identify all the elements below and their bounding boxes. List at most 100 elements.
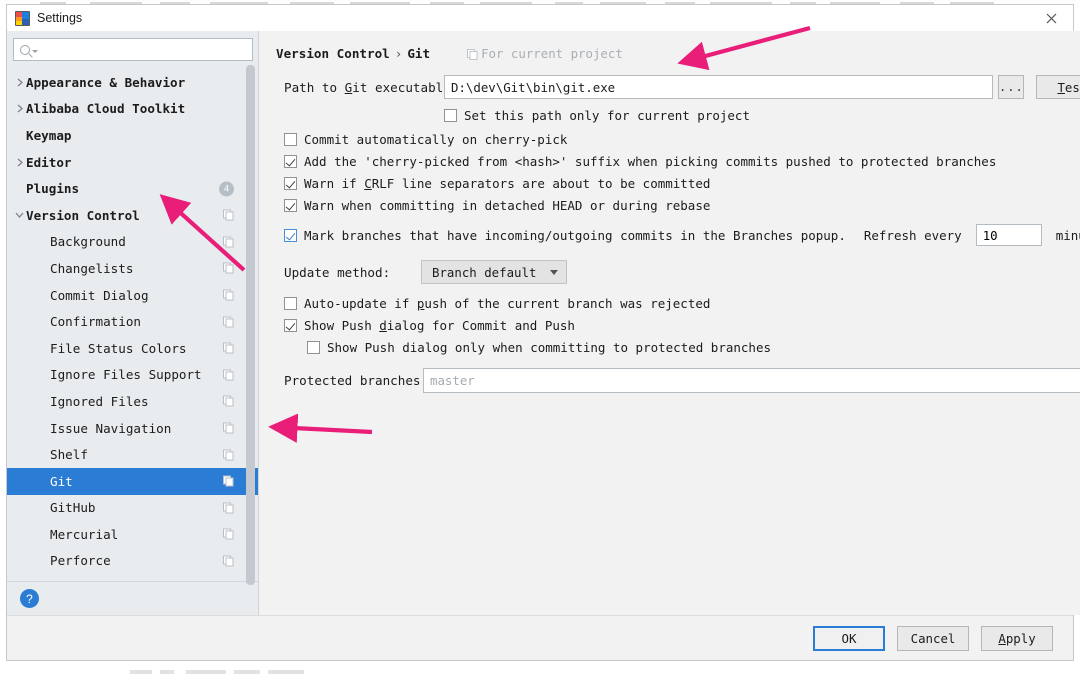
checkbox-row-add-the-cherry-picked[interactable]: Add the 'cherry-picked from <hash>' suff… — [284, 154, 1080, 169]
browse-button[interactable]: ... — [998, 75, 1025, 99]
checkbox-label-add-the-cherry-picked: Add the 'cherry-picked from <hash>' suff… — [304, 154, 997, 169]
copy-icon — [223, 209, 234, 221]
label-post: RLF line separators are about to be comm… — [371, 176, 711, 191]
auto-update-label: Auto-update if push of the current branc… — [304, 296, 711, 311]
chevron-down-icon[interactable] — [13, 211, 26, 219]
sidebar-item-shelf[interactable]: Shelf — [7, 441, 258, 468]
chevron-right-icon[interactable] — [13, 158, 26, 167]
apply-button[interactable]: Apply — [981, 625, 1053, 651]
sidebar-item-commit-dialog[interactable]: Commit Dialog — [7, 282, 258, 309]
sidebar-item-background[interactable]: Background — [7, 229, 258, 256]
sidebar-item-alibaba-cloud-toolkit[interactable]: Alibaba Cloud Toolkit — [7, 96, 258, 123]
search-container — [7, 31, 258, 67]
checkbox-warn-if-rlf-line[interactable] — [284, 177, 297, 190]
help-icon[interactable]: ? — [20, 589, 39, 609]
git-settings-panel: Version Control › Git For current projec… — [258, 31, 1080, 615]
sidebar-item-label: Subversion — [50, 580, 126, 581]
sidebar-item-label: Ignored Files — [50, 393, 149, 409]
show-push-protected-row[interactable]: Show Push dialog only when committing to… — [307, 340, 1080, 355]
chevron-right-icon[interactable] — [13, 78, 26, 87]
show-push-protected-checkbox[interactable] — [307, 341, 320, 354]
test-button[interactable]: Test — [1036, 75, 1080, 99]
background-artifacts-bottom — [130, 668, 310, 676]
git-path-input[interactable]: D:\dev\Git\bin\git.exe — [444, 75, 994, 99]
search-input[interactable] — [13, 38, 253, 61]
git-path-label: Path to Git executable: — [284, 79, 459, 95]
sidebar-item-github[interactable]: GitHub — [7, 495, 258, 522]
for-current-project-label: For current project — [467, 46, 623, 61]
sidebar-item-keymap[interactable]: Keymap — [7, 122, 258, 149]
sidebar-item-label: Ignore Files Support — [50, 367, 202, 383]
mark-branches-label: Mark branches that have incoming/outgoin… — [304, 227, 846, 243]
sidebar-item-version-control[interactable]: Version Control — [7, 202, 258, 229]
sidebar-item-ignore-files-support[interactable]: Ignore Files Support — [7, 362, 258, 389]
show-push-dialog-checkbox[interactable] — [284, 319, 297, 332]
protected-branches-row: Protected branches: master — [273, 368, 1080, 393]
minutes-label: minutes — [1055, 227, 1080, 243]
checkbox-row-warn-when-committing-in[interactable]: Warn when committing in detached HEAD or… — [284, 198, 1080, 213]
set-path-only-row[interactable]: Set this path only for current project — [433, 108, 1080, 123]
auto-update-row[interactable]: Auto-update if push of the current branc… — [284, 296, 1080, 311]
settings-tree[interactable]: Appearance & Behavior Alibaba Cloud Toolk… — [7, 67, 258, 581]
sidebar-item-issue-navigation[interactable]: Issue Navigation — [7, 415, 258, 442]
checkbox-label-warn-when-committing-in: Warn when committing in detached HEAD or… — [304, 198, 711, 213]
chevron-right-icon[interactable] — [13, 104, 26, 113]
protected-branches-label: Protected branches: — [284, 373, 429, 388]
protected-branches-input[interactable]: master — [423, 368, 1080, 393]
ok-button[interactable]: OK — [813, 625, 885, 651]
sidebar-item-editor[interactable]: Editor — [7, 149, 258, 176]
copy-icon — [223, 422, 234, 434]
sidebar-item-label: Keymap — [26, 127, 72, 143]
show-push-dialog-row[interactable]: Show Push dialog for Commit and Push — [284, 318, 1080, 333]
mark-branches-checkbox[interactable] — [284, 228, 297, 242]
sidebar-item-ignored-files[interactable]: Ignored Files — [7, 388, 258, 415]
cancel-button[interactable]: Cancel — [897, 625, 969, 651]
window-title: Settings — [37, 11, 83, 25]
sidebar-item-confirmation[interactable]: Confirmation — [7, 308, 258, 335]
set-path-only-checkbox[interactable] — [444, 109, 457, 122]
copy-icon — [223, 528, 234, 540]
breadcrumb: Version Control › Git For current projec… — [273, 31, 1080, 65]
sidebar-item-label: Plugins — [26, 181, 80, 197]
mark-branches-row[interactable]: Mark branches that have incoming/outgoin… — [284, 224, 1080, 246]
close-icon[interactable] — [1029, 5, 1073, 31]
update-method-row: Update method: Branch default — [273, 260, 1080, 284]
refresh-every-label: Refresh every — [863, 227, 962, 243]
chevron-down-icon[interactable] — [32, 50, 38, 53]
sidebar-item-label: File Status Colors — [50, 340, 187, 356]
sidebar-item-plugins[interactable]: Plugins 4 — [7, 175, 258, 202]
sidebar-item-mercurial[interactable]: Mercurial — [7, 521, 258, 548]
checkbox-row-warn-if-rlf-line[interactable]: Warn if CRLF line separators are about t… — [284, 176, 1080, 191]
checkbox-row-commit-automatically-on-cherry[interactable]: Commit automatically on cherry-pick — [284, 132, 1080, 147]
sidebar-item-git[interactable]: Git — [7, 467, 258, 495]
checkbox-label-warn-if-rlf-line: Warn if CRLF line separators are about t… — [304, 176, 710, 191]
checkbox-add-the-cherry-picked[interactable] — [284, 155, 297, 168]
sidebar-item-subversion[interactable]: Subversion — [7, 574, 258, 581]
checkbox-commit-automatically-on-cherry[interactable] — [284, 133, 297, 146]
checkbox-label-commit-automatically-on-cherry: Commit automatically on cherry-pick — [304, 132, 568, 147]
copy-icon — [223, 289, 234, 301]
copy-icon — [223, 236, 234, 248]
sidebar-item-label: Shelf — [50, 447, 88, 463]
sidebar-item-label: Editor — [26, 154, 72, 170]
refresh-interval-input[interactable]: 10 — [975, 224, 1042, 246]
auto-update-checkbox[interactable] — [284, 297, 297, 310]
copy-glyph — [467, 48, 478, 60]
checkbox-warn-when-committing-in[interactable] — [284, 199, 297, 212]
copy-icon — [223, 475, 234, 487]
sidebar-item-perforce[interactable]: Perforce — [7, 548, 258, 575]
sidebar-item-appearance-behavior[interactable]: Appearance & Behavior — [7, 69, 258, 96]
copy-icon — [223, 316, 234, 328]
copy-icon — [467, 48, 478, 60]
update-method-select[interactable]: Branch default — [421, 260, 568, 284]
git-checkbox-list: Commit automatically on cherry-pick Add t… — [273, 132, 1080, 213]
breadcrumb-parent[interactable]: Version Control — [276, 46, 390, 61]
copy-icon — [223, 502, 234, 514]
breadcrumb-current: Git — [407, 45, 431, 61]
sidebar-item-file-status-colors[interactable]: File Status Colors — [7, 335, 258, 362]
sidebar-scrollbar-thumb[interactable] — [246, 65, 255, 585]
settings-sidebar: Appearance & Behavior Alibaba Cloud Toolk… — [7, 31, 258, 615]
copy-icon — [223, 342, 234, 354]
sidebar-item-label: Issue Navigation — [50, 420, 172, 436]
sidebar-item-changelists[interactable]: Changelists — [7, 255, 258, 282]
